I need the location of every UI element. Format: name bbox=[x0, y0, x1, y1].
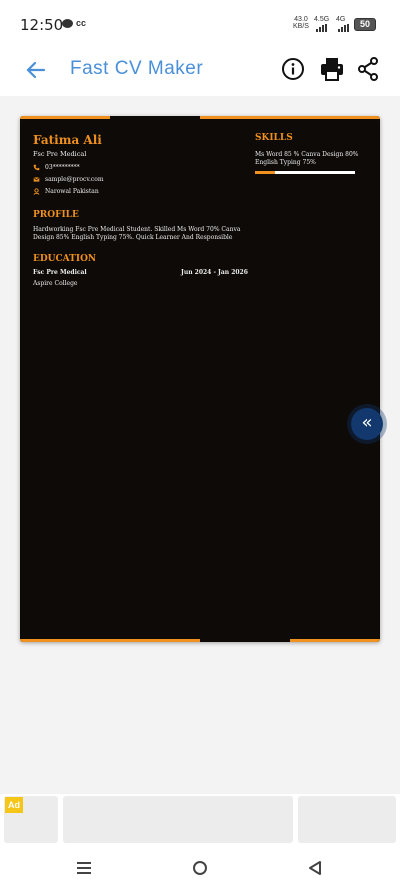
back-button[interactable] bbox=[22, 56, 50, 84]
signal-bars-icon-2 bbox=[338, 24, 349, 32]
ad-badge: Ad bbox=[5, 797, 23, 813]
triangle-back-icon bbox=[309, 861, 321, 875]
cv-skills-title: SKILLS bbox=[255, 133, 293, 143]
info-button[interactable] bbox=[281, 57, 305, 81]
cv-name: Fatima Ali bbox=[33, 133, 102, 147]
skill-progress-bar bbox=[255, 171, 355, 174]
cv-skills-line-1: Ms Word 85 % Canva Design 80% bbox=[255, 151, 359, 158]
cv-accent-top-right bbox=[200, 116, 380, 119]
info-icon bbox=[282, 58, 304, 80]
print-button[interactable] bbox=[318, 55, 346, 83]
cc-label: cc bbox=[76, 18, 87, 28]
message-icon bbox=[62, 19, 73, 28]
ad-content-placeholder[interactable] bbox=[63, 796, 293, 843]
back-arrow-icon bbox=[26, 61, 46, 79]
network-speed-value: 43.0 bbox=[294, 16, 308, 23]
cv-location: Narowal Pakistan bbox=[45, 188, 99, 195]
network-speed: 43.0 KB/S bbox=[293, 16, 309, 30]
cv-accent-bottom-right bbox=[290, 639, 380, 642]
share-icon bbox=[358, 57, 378, 81]
network-type-2: 4G bbox=[336, 16, 346, 23]
cv-subtitle: Fsc Pre Medical bbox=[33, 150, 87, 158]
collapse-panel-button[interactable]: « bbox=[351, 408, 383, 440]
cv-email-row: sample@procv.com bbox=[33, 176, 104, 183]
cv-phone: 03********* bbox=[45, 164, 80, 171]
cv-skills-line-2: English Typing 75% bbox=[255, 159, 316, 166]
preview-area: Fatima Ali Fsc Pre Medical 03********* s… bbox=[0, 96, 400, 794]
cv-education-degree: Fsc Pre Medical bbox=[33, 269, 87, 276]
recent-apps-button[interactable] bbox=[77, 862, 91, 874]
status-time: 12:50 bbox=[20, 16, 64, 34]
share-button[interactable] bbox=[356, 56, 380, 82]
ad-cta-placeholder[interactable] bbox=[298, 796, 396, 843]
ad-banner[interactable]: Ad bbox=[0, 794, 400, 846]
cv-accent-top-left bbox=[20, 116, 110, 119]
cv-location-row: Narowal Pakistan bbox=[33, 188, 99, 195]
network-type-1: 4.5G bbox=[314, 16, 330, 23]
double-chevron-left-icon: « bbox=[361, 412, 373, 433]
email-icon bbox=[33, 177, 40, 182]
app-bar: Fast CV Maker bbox=[0, 46, 400, 96]
location-icon bbox=[33, 188, 40, 195]
skill-progress-fill bbox=[255, 171, 275, 174]
signal-bars-icon bbox=[316, 24, 327, 32]
cv-education-dates: Jun 2024 - Jan 2026 bbox=[181, 269, 248, 276]
network-speed-unit: KB/S bbox=[293, 23, 309, 30]
cv-profile-text: Hardworking Fsc Pre Medical Student. Ski… bbox=[33, 226, 241, 241]
status-bar: 12:50 cc 43.0 KB/S 4.5G 4G 50 bbox=[0, 0, 400, 46]
system-back-button[interactable] bbox=[308, 860, 322, 876]
phone-icon bbox=[33, 164, 40, 171]
battery-icon: 50 bbox=[354, 18, 376, 31]
printer-icon bbox=[321, 58, 343, 81]
cv-profile-title: PROFILE bbox=[33, 210, 79, 220]
cv-email: sample@procv.com bbox=[45, 176, 104, 183]
cv-preview[interactable]: Fatima Ali Fsc Pre Medical 03********* s… bbox=[20, 116, 380, 642]
home-button[interactable] bbox=[193, 861, 207, 875]
system-nav-bar bbox=[0, 850, 400, 888]
cv-education-school: Aspire College bbox=[33, 280, 78, 287]
cv-phone-row: 03********* bbox=[33, 164, 80, 171]
cv-education-title: EDUCATION bbox=[33, 254, 97, 264]
app-title: Fast CV Maker bbox=[70, 58, 204, 79]
cv-accent-bottom-left bbox=[20, 639, 200, 642]
